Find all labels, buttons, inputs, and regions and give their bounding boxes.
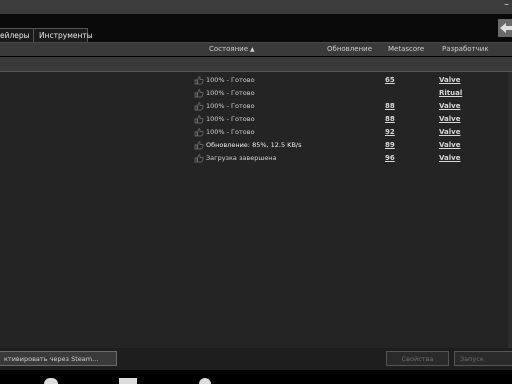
row-status: Обновление: 85%, 12.5 KB/s xyxy=(206,141,302,149)
table-row[interactable]: 100% - Готово 88 Valve xyxy=(0,100,512,113)
row-metascore-link[interactable]: 88 xyxy=(385,113,395,126)
thumbs-up-icon xyxy=(194,89,204,98)
row-status: 100% - Готово xyxy=(206,128,255,136)
row-developer-link[interactable]: Ritual xyxy=(439,87,462,100)
thumbs-up-icon xyxy=(194,154,204,163)
title-bar: – xyxy=(0,0,512,14)
table-row[interactable]: 100% - Готово Ritual xyxy=(0,87,512,100)
column-header: Состояние ▲ Обновление Metascore Разработ… xyxy=(0,43,512,56)
table-row[interactable]: Обновление: 85%, 12.5 KB/s 89 Valve xyxy=(0,139,512,152)
launch-button[interactable]: Запуск xyxy=(454,351,512,366)
thumbs-up-icon xyxy=(194,102,204,111)
column-metascore[interactable]: Metascore xyxy=(388,43,424,56)
column-status-label: Состояние xyxy=(209,45,249,53)
thumbs-up-icon xyxy=(194,141,204,150)
row-developer-link[interactable]: Valve xyxy=(439,74,460,87)
activate-product-button[interactable]: ктивировать через Steam... xyxy=(0,351,117,366)
row-status: 100% - Готово xyxy=(206,89,255,97)
table-row[interactable]: 100% - Готово 65 Valve xyxy=(0,74,512,87)
tab-trailers[interactable]: ейлеры xyxy=(0,28,35,43)
nav-recent-icon[interactable] xyxy=(199,378,211,384)
row-metascore-link[interactable]: 65 xyxy=(385,74,395,87)
row-status: Загрузка завершена xyxy=(206,154,277,162)
filter-row xyxy=(0,57,512,71)
system-nav-bar xyxy=(0,370,512,384)
row-developer-link[interactable]: Valve xyxy=(439,152,460,165)
table-row[interactable]: 100% - Готово 92 Valve xyxy=(0,126,512,139)
column-developer[interactable]: Разработчик xyxy=(442,43,489,56)
sort-ascending-icon: ▲ xyxy=(250,46,255,53)
back-arrow-icon[interactable] xyxy=(498,19,512,37)
row-metascore-link[interactable]: 96 xyxy=(385,152,395,165)
row-developer-link[interactable]: Valve xyxy=(439,100,460,113)
row-status: 100% - Готово xyxy=(206,102,255,110)
nav-back-icon[interactable] xyxy=(44,378,58,384)
thumbs-up-icon xyxy=(194,115,204,124)
thumbs-up-icon xyxy=(194,76,204,85)
row-developer-link[interactable]: Valve xyxy=(439,139,460,152)
thumbs-up-icon xyxy=(194,128,204,137)
row-developer-link[interactable]: Valve xyxy=(439,113,460,126)
nav-home-icon[interactable] xyxy=(119,378,137,384)
row-metascore-link[interactable]: 92 xyxy=(385,126,395,139)
row-status: 100% - Готово xyxy=(206,76,255,84)
table-row[interactable]: Загрузка завершена 96 Valve xyxy=(0,152,512,165)
tab-tools[interactable]: Инструменты xyxy=(33,28,93,43)
row-metascore-link[interactable]: 88 xyxy=(385,100,395,113)
column-update[interactable]: Обновление xyxy=(327,43,372,56)
column-status[interactable]: Состояние ▲ xyxy=(209,43,255,56)
minimize-button[interactable]: – xyxy=(504,0,509,10)
properties-button[interactable]: Свойства xyxy=(386,351,449,366)
row-metascore-link[interactable]: 89 xyxy=(385,139,395,152)
table-row[interactable]: 100% - Готово 88 Valve xyxy=(0,113,512,126)
row-status: 100% - Готово xyxy=(206,115,255,123)
row-developer-link[interactable]: Valve xyxy=(439,126,460,139)
